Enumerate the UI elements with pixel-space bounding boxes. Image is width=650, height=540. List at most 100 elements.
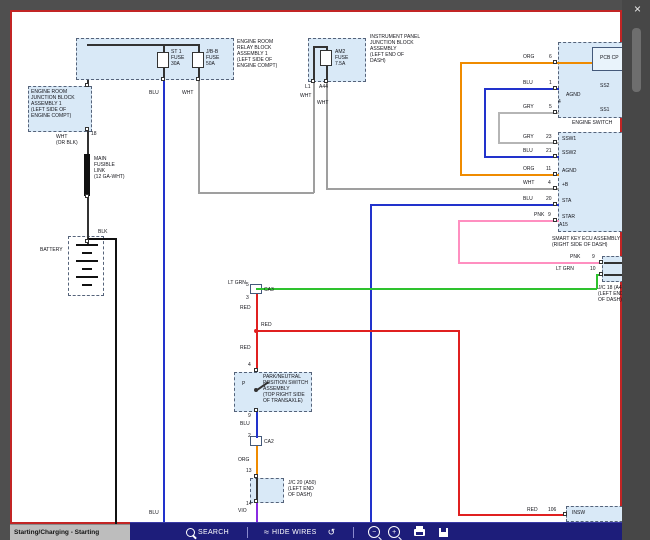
diagram-label: RED	[527, 507, 538, 513]
terminal-pin	[553, 86, 557, 90]
terminal-pin	[324, 79, 328, 83]
blu-main-vertical	[163, 80, 165, 522]
wht-plusb-horizontal	[326, 188, 559, 190]
battery-plate	[76, 276, 98, 278]
wht-l1-vertical	[313, 82, 315, 193]
red-mid-horizontal	[256, 330, 459, 332]
terminal-pin	[553, 110, 557, 114]
terminal-pin	[85, 83, 89, 87]
red-insw-horizontal	[458, 514, 567, 516]
diagram-label: 9	[248, 413, 251, 419]
diagram-label: AGND	[566, 92, 580, 98]
diagram-label: A15	[559, 222, 568, 228]
ltgrn-long-horizontal	[256, 288, 597, 290]
diagram-label: WHT	[182, 90, 193, 96]
terminal-pin	[599, 260, 603, 264]
diagram-label: CA3	[264, 287, 274, 293]
gry-ssw1-horizontal	[498, 142, 559, 144]
diagram-label: 9	[592, 254, 595, 260]
junction-dot	[254, 329, 258, 333]
blu-sta-horizontal	[370, 204, 559, 206]
diagram-label: STA	[562, 198, 571, 204]
diagram-label: BLU	[149, 510, 159, 516]
gry-vertical	[498, 112, 500, 143]
blk-horizontal	[88, 238, 116, 240]
diagram-label: BLK	[98, 229, 107, 235]
pnk-vertical	[458, 220, 460, 263]
diagram-label: SS2	[600, 83, 609, 89]
diagram-label: BLU	[240, 421, 250, 427]
diagram-label: AGND	[562, 168, 576, 174]
terminal-pin	[563, 512, 567, 516]
gry-ss1-horizontal	[498, 112, 559, 114]
terminal-pin	[196, 77, 200, 81]
relay-block-bus	[87, 44, 199, 46]
search-label: SEARCH	[198, 529, 229, 536]
diagram-label: RED	[240, 345, 251, 351]
toolbar-divider	[353, 527, 354, 538]
diagram-label: 3	[246, 295, 249, 301]
diagram-label: ORG	[523, 166, 534, 172]
terminal-pin	[599, 272, 603, 276]
terminal-pin	[553, 140, 557, 144]
diagram-label: 6	[549, 54, 552, 60]
diagram-label: ENGINE SWITCH	[572, 120, 612, 126]
save-button[interactable]	[439, 528, 448, 537]
scrollbar-thumb[interactable]	[632, 28, 641, 92]
diagram-label: AM2 FUSE 7.5A	[335, 49, 348, 67]
fuse-symbol	[157, 52, 169, 68]
red-right-vertical	[458, 330, 460, 515]
jc18-bus	[604, 262, 622, 264]
diagram-label: PNK	[570, 254, 580, 260]
diagram-label: WHT	[317, 100, 328, 106]
diagram-label: BLU	[523, 80, 533, 86]
bottom-toolbar: SEARCH ≈ HIDE WIRES ↺ − +	[130, 522, 650, 540]
diagram-label: 11	[546, 166, 551, 172]
diagram-label: CA2	[264, 439, 274, 445]
terminal-pin	[161, 77, 165, 81]
wire-segment	[313, 46, 327, 48]
wiring-diagram-viewer: ENGINE ROOM JUNCTION BLOCK ASSEMBLY 1 (L…	[0, 0, 650, 540]
diagram-label: BLU	[523, 196, 533, 202]
search-button[interactable]: SEARCH	[186, 528, 229, 537]
junction-dot	[254, 388, 258, 392]
diagram-label: J/C 20 (A50) (LEFT END OF DASH)	[288, 480, 316, 498]
diagram-label: MAIN FUSIBLE LINK (12 GA-WHT)	[94, 156, 125, 180]
close-icon[interactable]: ×	[634, 3, 641, 15]
diagram-label: PNK	[534, 212, 544, 218]
print-button[interactable]	[414, 529, 425, 536]
diagram-label: SSW2	[562, 150, 576, 156]
diagram-label: RED	[240, 305, 251, 311]
terminal-pin	[553, 202, 557, 206]
diagram-label: BLU	[149, 90, 159, 96]
diagram-label: 4	[248, 362, 251, 368]
fuse-symbol	[320, 50, 332, 66]
diagram-label: INSW	[572, 510, 585, 516]
diagram-label: SSW1	[562, 136, 576, 142]
diagram-label: PCB CP	[600, 55, 619, 61]
terminal-pin	[254, 474, 258, 478]
zoom-out-button[interactable]: −	[368, 526, 380, 538]
fuse-symbol	[192, 52, 204, 68]
diagram-label: ORG	[238, 457, 249, 463]
diagram-label: SMART KEY ECU ASSEMBLY (RIGHT SIDE OF DA…	[552, 236, 620, 248]
tab-starting-charging[interactable]: Starting/Charging - Starting	[10, 524, 130, 540]
terminal-pin	[311, 79, 315, 83]
diagram-label: RED	[261, 322, 272, 328]
wire-segment	[313, 46, 315, 82]
terminal-pin	[553, 218, 557, 222]
diagram-label: 4	[558, 99, 561, 105]
diagram-label: 9	[548, 212, 551, 218]
hide-wires-button[interactable]: ≈ HIDE WIRES ↺	[264, 528, 335, 537]
diagram-label: P	[242, 381, 245, 387]
wht-horizontal	[198, 192, 314, 194]
zoom-in-icon: +	[392, 529, 396, 536]
diagram-label: WHT	[523, 180, 534, 186]
blu-ss2-horizontal	[484, 88, 559, 90]
diagram-label: ST 1 FUSE 30A	[171, 49, 184, 67]
battery-plate	[76, 260, 98, 262]
terminal-pin	[254, 499, 258, 503]
diagram-label: LT GRN	[556, 266, 574, 272]
zoom-in-button[interactable]: +	[388, 526, 400, 538]
diagram-label: 14	[246, 501, 252, 507]
